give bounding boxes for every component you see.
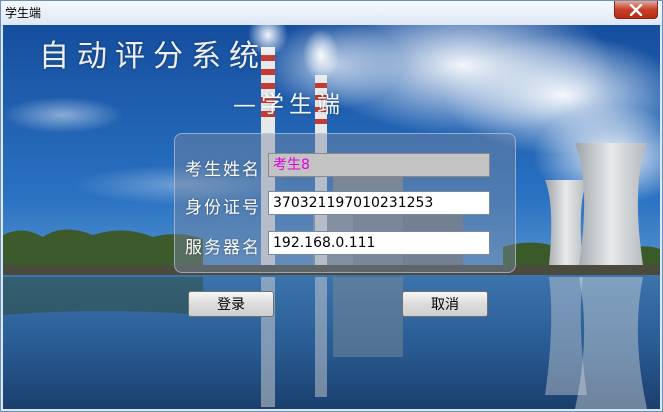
- app-title: 自动评分系统: [39, 39, 267, 74]
- id-label: 身份证号: [185, 198, 261, 218]
- name-label: 考生姓名: [185, 160, 261, 180]
- server-field[interactable]: 192.168.0.111: [268, 231, 490, 255]
- name-field[interactable]: 考生8: [268, 153, 490, 177]
- id-field[interactable]: 370321197010231253: [268, 191, 490, 215]
- close-button[interactable]: [614, 1, 658, 19]
- app-window: 学生端 自动评分系统 —学生端 考生姓名 考生8 身份证号 3703211970…: [0, 0, 663, 412]
- close-icon: [629, 3, 643, 16]
- cancel-button[interactable]: 取消: [402, 291, 488, 317]
- server-label: 服务器名: [185, 238, 261, 258]
- login-button[interactable]: 登录: [188, 291, 274, 317]
- title-bar[interactable]: 学生端: [1, 1, 662, 26]
- content-area: 自动评分系统 —学生端 考生姓名 考生8 身份证号 37032119701023…: [3, 25, 660, 409]
- app-subtitle: —学生端: [233, 92, 345, 118]
- window-title: 学生端: [5, 6, 42, 20]
